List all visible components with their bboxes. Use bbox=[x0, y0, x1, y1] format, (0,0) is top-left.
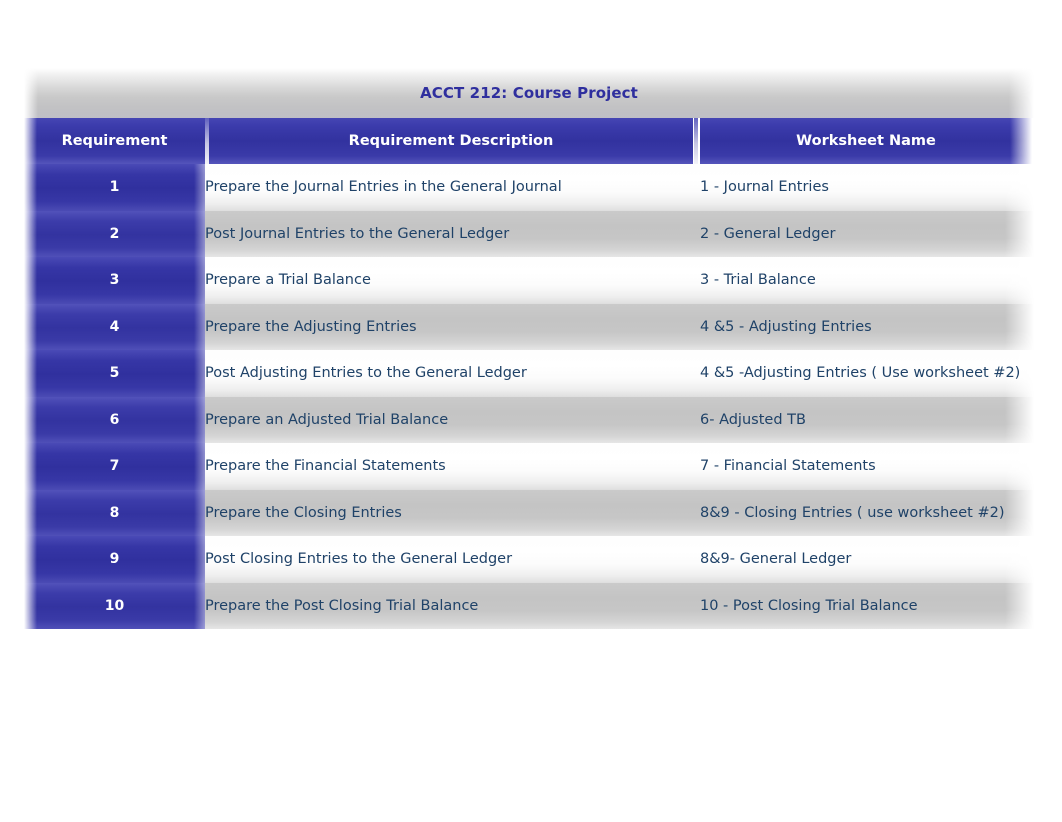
cell-requirement-description: Prepare the Post Closing Trial Balance bbox=[205, 597, 479, 614]
table-row[interactable]: 6 Prepare an Adjusted Trial Balance 6- Adj… bbox=[0, 396, 1062, 443]
course-project-table: ACCT 212: Course Project Requirement Req… bbox=[0, 0, 1062, 822]
column-header-worksheet-name[interactable]: Worksheet Name bbox=[700, 118, 1032, 164]
cell-requirement-number: 1 bbox=[24, 164, 205, 211]
page-title: ACCT 212: Course Project bbox=[420, 84, 638, 102]
cell-requirement-number: 9 bbox=[24, 536, 205, 583]
cell-requirement-number: 5 bbox=[24, 350, 205, 397]
table-row[interactable]: 9 Post Closing Entries to the General Led… bbox=[0, 536, 1062, 583]
cell-requirement-number: 6 bbox=[24, 396, 205, 443]
cell-worksheet-name: 7 - Financial Statements bbox=[700, 458, 876, 475]
cell-requirement-description: Prepare a Trial Balance bbox=[205, 272, 371, 289]
cell-requirement-number: 3 bbox=[24, 257, 205, 304]
cell-requirement-description: Prepare an Adjusted Trial Balance bbox=[205, 411, 449, 428]
table-row[interactable]: 7 Prepare the Financial Statements 7 - Fin… bbox=[0, 443, 1062, 490]
cell-requirement-description: Prepare the Financial Statements bbox=[205, 458, 446, 475]
cell-worksheet-name: 4 &5 - Adjusting Entries bbox=[700, 318, 872, 335]
cell-requirement-description: Post Journal Entries to the General Ledg… bbox=[205, 225, 510, 242]
cell-worksheet-name: 2 - General Ledger bbox=[700, 225, 836, 242]
cell-requirement-description: Post Adjusting Entries to the General Le… bbox=[205, 365, 527, 382]
cell-worksheet-name: 6- Adjusted TB bbox=[700, 411, 806, 428]
cell-worksheet-name: 10 - Post Closing Trial Balance bbox=[700, 597, 918, 614]
header-divider-left bbox=[205, 118, 209, 164]
cell-worksheet-name: 1 - Journal Entries bbox=[700, 179, 829, 196]
cell-requirement-number: 2 bbox=[24, 210, 205, 257]
table-body: 1 Prepare the Journal Entries in the Gene… bbox=[0, 164, 1062, 632]
table-row[interactable]: 4 Prepare the Adjusting Entries 4 &5 - Adj… bbox=[0, 303, 1062, 350]
table-row[interactable]: 5 Post Adjusting Entries to the General L… bbox=[0, 350, 1062, 397]
cell-requirement-number: 4 bbox=[24, 303, 205, 350]
cell-requirement-description: Prepare the Journal Entries in the Gener… bbox=[205, 179, 562, 196]
cell-requirement-description: Prepare the Adjusting Entries bbox=[205, 318, 417, 335]
cell-worksheet-name: 8&9- General Ledger bbox=[700, 551, 852, 568]
cell-worksheet-name: 8&9 - Closing Entries ( use worksheet #2… bbox=[700, 504, 1005, 521]
cell-requirement-number: 10 bbox=[24, 582, 205, 629]
cell-requirement-number: 8 bbox=[24, 489, 205, 536]
table-row[interactable]: 3 Prepare a Trial Balance 3 - Trial Balanc… bbox=[0, 257, 1062, 304]
table-row[interactable]: 2 Post Journal Entries to the General Led… bbox=[0, 210, 1062, 257]
cell-worksheet-name: 3 - Trial Balance bbox=[700, 272, 816, 289]
cell-requirement-description: Post Closing Entries to the General Ledg… bbox=[205, 551, 513, 568]
header-divider-right bbox=[694, 118, 698, 164]
cell-requirement-description: Prepare the Closing Entries bbox=[205, 504, 402, 521]
table-row[interactable]: 10 Prepare the Post Closing Trial Balance… bbox=[0, 582, 1062, 629]
cell-worksheet-name: 4 &5 -Adjusting Entries ( Use worksheet … bbox=[700, 365, 1021, 382]
table-row[interactable]: 8 Prepare the Closing Entries 8&9 - Closin… bbox=[0, 489, 1062, 536]
table-row[interactable]: 1 Prepare the Journal Entries in the Gene… bbox=[0, 164, 1062, 211]
cell-requirement-number: 7 bbox=[24, 443, 205, 490]
column-header-requirement-description[interactable]: Requirement Description bbox=[209, 118, 693, 164]
table-header-row: Requirement Requirement Description Work… bbox=[0, 118, 1062, 164]
column-header-requirement[interactable]: Requirement bbox=[24, 118, 205, 164]
